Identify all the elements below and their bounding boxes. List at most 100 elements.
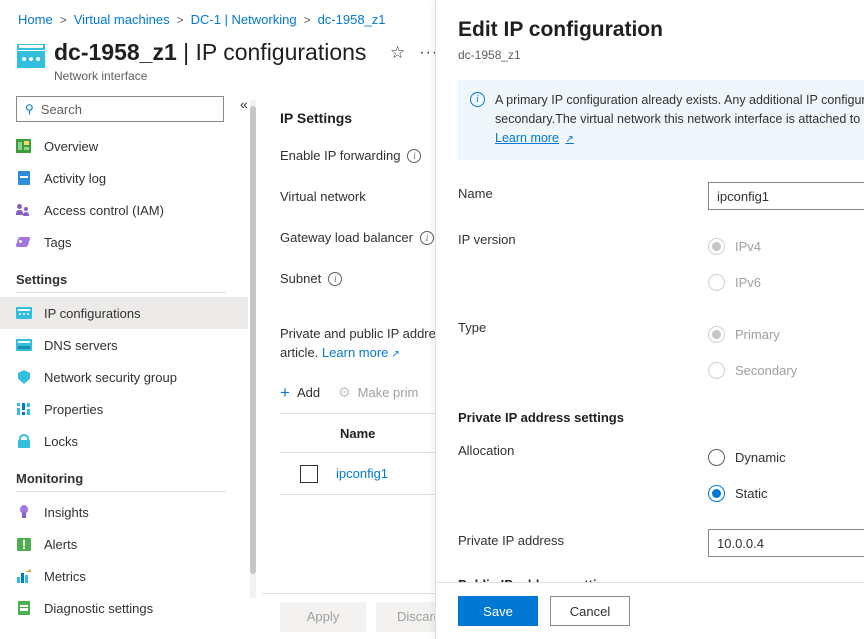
panel-footer: Save Cancel xyxy=(436,582,864,639)
page-title-resource: dc-1958_z1 xyxy=(54,39,177,65)
breadcrumb-item-dc-1958-z1[interactable]: dc-1958_z1 xyxy=(318,12,386,27)
radio-static[interactable]: Static xyxy=(708,475,864,511)
add-button-label: Add xyxy=(296,385,321,400)
ip-version-label: IP version xyxy=(458,232,516,247)
alerts-icon xyxy=(16,536,32,552)
external-link-icon: ↗ xyxy=(391,349,400,360)
panel-field-type: Type Primary Secondary xyxy=(458,316,864,388)
sidebar-group-divider xyxy=(16,292,226,293)
radio-label: IPv4 xyxy=(735,238,762,254)
radio-indicator xyxy=(708,237,725,255)
search-icon: ⚲ xyxy=(25,102,34,116)
diagnostic-settings-icon xyxy=(16,600,32,616)
search-box[interactable]: ⚲ xyxy=(16,96,224,122)
radio-label: IPv6 xyxy=(735,274,762,290)
gear-icon: ⚙ xyxy=(338,384,351,400)
cancel-button[interactable]: Cancel xyxy=(550,596,630,626)
network-security-group-icon xyxy=(16,369,32,385)
breadcrumb: Home > Virtual machines > DC-1 | Networking >… xyxy=(18,12,386,27)
sidebar-item-label: Insights xyxy=(44,504,89,520)
search-input[interactable] xyxy=(40,101,201,117)
sidebar-item-label: Network security group xyxy=(44,369,177,385)
panel-title: Edit IP configuration xyxy=(458,18,663,41)
sidebar-item-label: Locks xyxy=(44,433,78,449)
make-primary-button-label: Make prim xyxy=(357,385,419,400)
sidebar-item-alerts[interactable]: Alerts xyxy=(0,528,248,560)
field-label: Virtual network xyxy=(280,189,366,204)
sidebar-item-dns-servers[interactable]: DNS servers xyxy=(0,329,248,361)
azure-portal-screen: Home > Virtual machines > DC-1 | Networking >… xyxy=(0,0,864,639)
overview-icon xyxy=(16,138,32,154)
radio-indicator xyxy=(708,361,725,379)
radio-label: Secondary xyxy=(735,362,798,378)
learn-more-link[interactable]: Learn more xyxy=(495,131,559,145)
apply-button[interactable]: Apply xyxy=(280,601,366,632)
sidebar-group-settings-items: IP configurations DNS servers Network se… xyxy=(0,297,248,457)
radio-dynamic[interactable]: Dynamic xyxy=(708,439,864,475)
sidebar-search-wrap: ⚲ xyxy=(16,96,226,122)
allocation-label: Allocation xyxy=(458,443,515,458)
type-label: Type xyxy=(458,320,487,335)
sidebar-item-properties[interactable]: Properties xyxy=(0,393,248,425)
sidebar-item-network-security-group[interactable]: Network security group xyxy=(0,361,248,393)
private-ip-label: Private IP address xyxy=(458,533,564,548)
save-button[interactable]: Save xyxy=(458,596,538,626)
sidebar-collapse-icon[interactable]: « xyxy=(240,96,248,112)
radio-indicator xyxy=(708,273,725,291)
row-checkbox[interactable] xyxy=(300,464,318,483)
breadcrumb-separator: > xyxy=(59,13,67,27)
info-banner-text: A primary IP configuration already exist… xyxy=(495,93,864,126)
info-icon[interactable]: i xyxy=(328,271,343,286)
sidebar-group-monitoring-items: Insights Alerts Metrics Diagnostic setti… xyxy=(0,496,248,624)
private-ip-input[interactable] xyxy=(708,529,864,557)
sidebar-item-activity-log[interactable]: Activity log xyxy=(0,162,248,194)
radio-label: Static xyxy=(735,485,768,501)
add-button[interactable]: + Add xyxy=(280,384,320,401)
sidebar-item-label: Diagnostic settings xyxy=(44,600,154,616)
panel-subtitle: dc-1958_z1 xyxy=(458,48,521,62)
activity-log-icon xyxy=(16,170,32,186)
name-input[interactable] xyxy=(708,182,864,210)
sidebar-item-access-control[interactable]: Access control (IAM) xyxy=(0,194,248,226)
sidebar-item-locks[interactable]: Locks xyxy=(0,425,248,457)
breadcrumb-separator: > xyxy=(303,13,311,27)
add-icon: + xyxy=(280,383,290,402)
panel-field-ip-version: IP version IPv4 IPv6 xyxy=(458,228,864,300)
tags-icon xyxy=(15,234,32,250)
name-label: Name xyxy=(458,186,493,201)
info-icon: i xyxy=(470,92,485,107)
breadcrumb-item-dc-1-networking[interactable]: DC-1 | Networking xyxy=(191,12,297,27)
sidebar-item-ip-configurations[interactable]: IP configurations xyxy=(0,297,248,329)
breadcrumb-item-home[interactable]: Home xyxy=(18,12,53,27)
make-primary-button: ⚙ Make prim xyxy=(338,384,418,401)
info-icon[interactable]: i xyxy=(419,230,434,245)
ipconfig-link[interactable]: ipconfig1 xyxy=(336,466,388,481)
radio-ipv4: IPv4 xyxy=(708,228,864,264)
sidebar-group-divider xyxy=(16,491,226,492)
breadcrumb-item-virtual-machines[interactable]: Virtual machines xyxy=(74,12,170,27)
radio-indicator xyxy=(708,448,725,466)
type-radio-group: Primary Secondary xyxy=(708,316,864,388)
sidebar-item-label: Activity log xyxy=(44,170,107,186)
sidebar-item-tags[interactable]: Tags xyxy=(0,226,248,258)
sidebar-item-overview[interactable]: Overview xyxy=(0,130,248,162)
sidebar: ⚲ Overview Activity log Access control (… xyxy=(0,90,248,639)
sidebar-item-metrics[interactable]: Metrics xyxy=(0,560,248,592)
locks-icon xyxy=(16,433,32,449)
sidebar-item-insights[interactable]: Insights xyxy=(0,496,248,528)
access-control-icon xyxy=(16,202,32,218)
sidebar-item-label: IP configurations xyxy=(44,305,141,321)
sidebar-item-diagnostic-settings[interactable]: Diagnostic settings xyxy=(0,592,248,624)
radio-label: Primary xyxy=(735,326,780,342)
page-header-actions: ☆ ··· xyxy=(390,44,438,61)
page-title-section: IP configurations xyxy=(195,39,367,65)
sidebar-top-items: Overview Activity log Access control (IA… xyxy=(0,130,248,258)
info-icon[interactable]: i xyxy=(407,148,422,163)
radio-indicator xyxy=(708,484,725,502)
radio-indicator xyxy=(708,325,725,343)
learn-more-link[interactable]: Learn more xyxy=(322,345,388,360)
panel-field-name: Name xyxy=(458,182,864,210)
field-label: Enable IP forwarding xyxy=(280,148,401,163)
sidebar-scrollbar[interactable] xyxy=(250,100,256,598)
favorite-star-icon[interactable]: ☆ xyxy=(390,44,405,61)
